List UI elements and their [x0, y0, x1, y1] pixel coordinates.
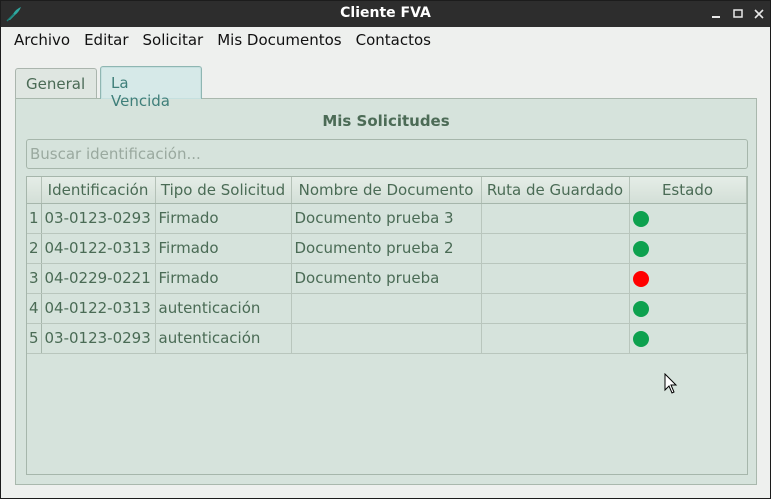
cell-nombre[interactable]: Documento prueba 3	[291, 203, 482, 234]
cell-nombre[interactable]	[291, 323, 482, 354]
mouse-cursor-icon	[664, 373, 678, 394]
cell-estado[interactable]	[629, 203, 747, 234]
menu-editar[interactable]: Editar	[77, 27, 135, 53]
app-window: Cliente FVA Archivo Editar Solicitar Mis…	[0, 0, 771, 499]
title-bar[interactable]: Cliente FVA	[1, 1, 770, 27]
cell-tipo[interactable]: Firmado	[155, 263, 292, 294]
cell-ruta[interactable]	[481, 233, 630, 264]
cell-identificacion[interactable]: 03-0123-0293	[41, 323, 156, 354]
cell-nombre[interactable]: Documento prueba	[291, 263, 482, 294]
column-header-identificacion[interactable]: Identificación	[41, 177, 156, 204]
cell-estado[interactable]	[629, 323, 747, 354]
table-row[interactable]: 4 04-0122-0313 autenticación	[27, 293, 747, 324]
minimize-icon[interactable]	[707, 5, 725, 23]
cell-nombre[interactable]	[291, 293, 482, 324]
row-number: 3	[27, 263, 42, 294]
maximize-icon[interactable]	[729, 5, 747, 23]
status-dot-icon	[632, 330, 649, 347]
row-number: 1	[27, 203, 42, 234]
cell-ruta[interactable]	[481, 203, 630, 234]
status-dot-icon	[632, 210, 649, 227]
cell-identificacion[interactable]: 04-0229-0221	[41, 263, 156, 294]
table-header-row: Identificación Tipo de Solicitud Nombre …	[27, 177, 747, 204]
menu-archivo[interactable]: Archivo	[7, 27, 77, 53]
menu-contactos[interactable]: Contactos	[349, 27, 438, 53]
cell-estado[interactable]	[629, 263, 747, 294]
close-icon[interactable]	[750, 5, 768, 23]
column-header-nombre[interactable]: Nombre de Documento	[291, 177, 482, 204]
status-dot-icon	[632, 240, 649, 257]
cell-estado[interactable]	[629, 293, 747, 324]
cell-estado[interactable]	[629, 233, 747, 264]
requests-table: Identificación Tipo de Solicitud Nombre …	[26, 176, 748, 475]
panel-title: Mis Solicitudes	[322, 112, 450, 130]
row-number: 2	[27, 233, 42, 264]
cell-identificacion[interactable]: 03-0123-0293	[41, 203, 156, 234]
column-header-estado[interactable]: Estado	[629, 177, 747, 204]
search-input[interactable]: Buscar identificación...	[26, 139, 748, 169]
tab-la-vencida[interactable]: La Vencida	[100, 66, 202, 110]
cell-ruta[interactable]	[481, 323, 630, 354]
tab-panel: Mis Solicitudes Buscar identificación...…	[15, 98, 757, 485]
cell-identificacion[interactable]: 04-0122-0313	[41, 233, 156, 264]
cell-identificacion[interactable]: 04-0122-0313	[41, 293, 156, 324]
cell-tipo[interactable]: autenticación	[155, 323, 292, 354]
status-dot-icon	[632, 300, 649, 317]
cell-tipo[interactable]: Firmado	[155, 233, 292, 264]
menu-solicitar[interactable]: Solicitar	[136, 27, 211, 53]
table-row[interactable]: 3 04-0229-0221 Firmado Documento prueba	[27, 263, 747, 294]
column-header-tipo[interactable]: Tipo de Solicitud	[155, 177, 292, 204]
cell-ruta[interactable]	[481, 293, 630, 324]
table-row[interactable]: 2 04-0122-0313 Firmado Documento prueba …	[27, 233, 747, 264]
menu-mis-documentos[interactable]: Mis Documentos	[210, 27, 348, 53]
row-number-header	[27, 177, 42, 204]
table-row[interactable]: 5 03-0123-0293 autenticación	[27, 323, 747, 354]
cell-ruta[interactable]	[481, 263, 630, 294]
status-dot-icon	[632, 270, 649, 287]
table-row[interactable]: 1 03-0123-0293 Firmado Documento prueba …	[27, 203, 747, 234]
window-title: Cliente FVA	[340, 5, 431, 21]
cell-tipo[interactable]: autenticación	[155, 293, 292, 324]
cell-nombre[interactable]: Documento prueba 2	[291, 233, 482, 264]
menu-bar: Archivo Editar Solicitar Mis Documentos …	[1, 27, 770, 53]
cell-tipo[interactable]: Firmado	[155, 203, 292, 234]
row-number: 5	[27, 323, 42, 354]
column-header-ruta[interactable]: Ruta de Guardado	[481, 177, 630, 204]
tab-general[interactable]: General	[15, 68, 97, 99]
row-number: 4	[27, 293, 42, 324]
